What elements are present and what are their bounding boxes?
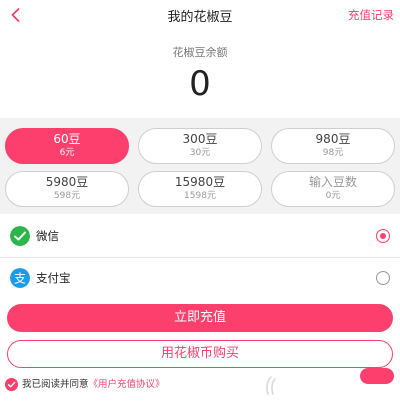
option-price: 1598元 — [184, 191, 216, 201]
svg-text:支: 支 — [14, 272, 26, 286]
custom-amount-input[interactable]: 输入豆数 0元 — [271, 171, 395, 207]
radio-unselected[interactable] — [376, 271, 390, 285]
payment-label: 微信 — [36, 229, 59, 243]
checkbox-checked-icon[interactable] — [5, 378, 18, 391]
wechat-pay-icon — [10, 226, 30, 246]
alipay-icon: 支 — [10, 268, 30, 288]
recharge-history-link[interactable]: 充值记录 — [348, 7, 394, 23]
payment-option-wechat[interactable]: 微信 — [0, 216, 400, 256]
recharge-options-grid: 60豆 6元 300豆 30元 980豆 98元 5980豆 598元 1598… — [0, 118, 400, 214]
top-bar: 我的花椒豆 充值记录 — [0, 0, 400, 30]
payment-label: 支付宝 — [36, 271, 71, 285]
custom-amount-placeholder: 输入豆数 — [308, 175, 357, 189]
option-price: 30元 — [189, 148, 211, 158]
agreement-link[interactable]: 《用户充值协议》 — [89, 379, 165, 390]
leaf-icon — [266, 376, 276, 395]
agreement-prefix: 我已阅读并同意 — [22, 379, 89, 390]
option-amount: 980豆 — [315, 132, 351, 146]
option-amount: 300豆 — [182, 132, 218, 146]
recharge-now-button[interactable]: 立即充值 — [7, 304, 393, 332]
balance-label: 花椒豆余额 — [172, 46, 228, 59]
balance-section: 花椒豆余额 0 — [0, 30, 400, 118]
agreement-text: 我已阅读并同意《用户充值协议》 — [22, 378, 165, 391]
option-amount: 15980豆 — [174, 175, 226, 189]
balance-value: 0 — [189, 64, 211, 104]
option-amount: 60豆 — [53, 132, 81, 146]
option-60-beans[interactable]: 60豆 6元 — [5, 128, 129, 164]
radio-selected[interactable] — [376, 229, 390, 243]
option-300-beans[interactable]: 300豆 30元 — [138, 128, 262, 164]
option-price: 6元 — [59, 148, 75, 158]
payment-option-alipay[interactable]: 支 支付宝 — [0, 258, 400, 298]
option-price: 98元 — [322, 148, 344, 158]
option-amount: 5980豆 — [45, 175, 89, 189]
option-price: 0元 — [325, 191, 341, 201]
page-title: 我的花椒豆 — [167, 10, 233, 25]
option-5980-beans[interactable]: 5980豆 598元 — [5, 171, 129, 207]
option-price: 598元 — [53, 191, 81, 201]
floating-action-button[interactable] — [360, 368, 394, 384]
buy-with-coins-button[interactable]: 用花椒币购买 — [7, 340, 393, 368]
option-980-beans[interactable]: 980豆 98元 — [271, 128, 395, 164]
option-15980-beans[interactable]: 15980豆 1598元 — [138, 171, 262, 207]
